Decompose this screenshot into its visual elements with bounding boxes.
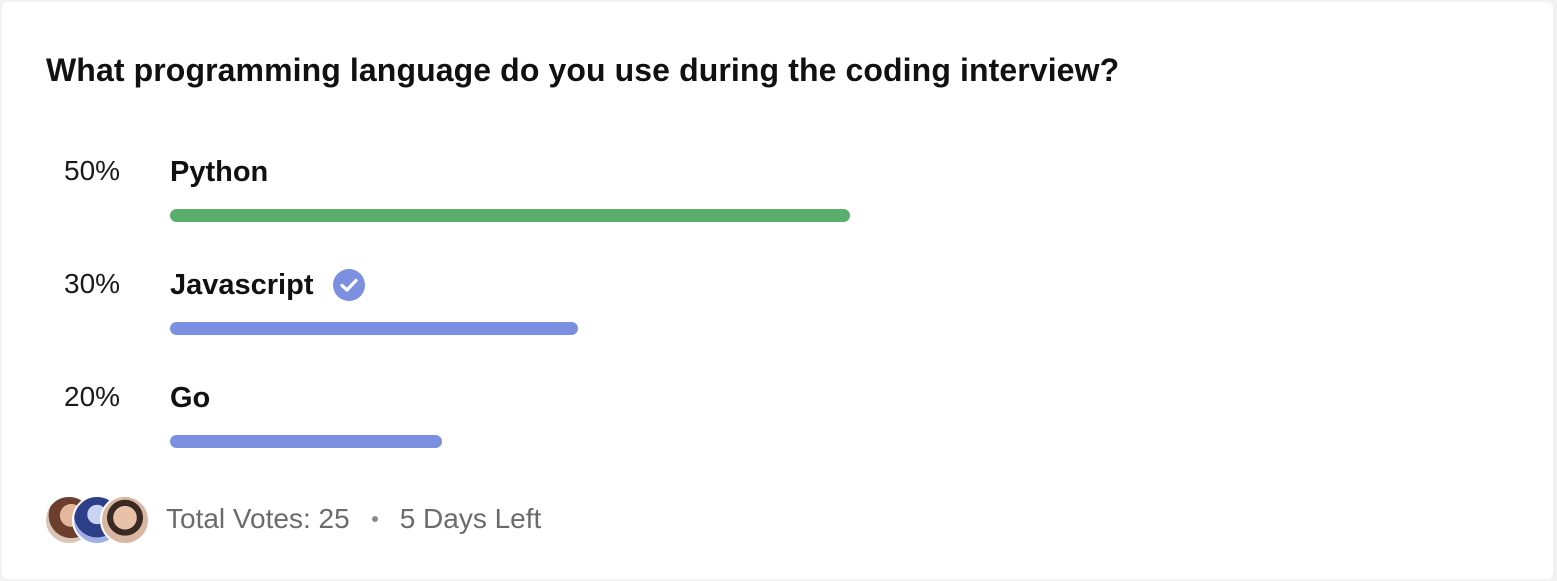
option-percent: 50% <box>64 155 121 186</box>
option-label: Javascript <box>170 268 314 301</box>
option-bar-track <box>170 322 1530 335</box>
option-label: Go <box>170 381 211 414</box>
poll-option-javascript[interactable]: 30% Javascript <box>2 268 1553 358</box>
option-bar-track <box>170 435 1530 448</box>
poll-meta: Total Votes: 25 5 Days Left <box>166 503 541 535</box>
option-label: Python <box>170 155 269 188</box>
total-votes: Total Votes: 25 <box>166 503 350 534</box>
poll-option-go[interactable]: 20% Go <box>2 381 1553 471</box>
poll-footer: Total Votes: 25 5 Days Left <box>44 494 541 545</box>
avatar <box>100 495 150 545</box>
option-bar-fill <box>170 209 850 222</box>
option-bar-track <box>170 209 1530 222</box>
poll-option-python[interactable]: 50% Python <box>2 155 1553 245</box>
option-percent: 30% <box>64 268 121 299</box>
option-percent: 20% <box>64 381 121 412</box>
option-bar-fill <box>170 435 442 448</box>
option-bar-fill <box>170 322 578 335</box>
time-left: 5 Days Left <box>399 503 542 534</box>
voter-avatars[interactable] <box>44 494 150 545</box>
poll-question: What programming language do you use dur… <box>46 52 1120 88</box>
poll-card: What programming language do you use dur… <box>2 2 1553 579</box>
separator-dot <box>371 516 378 522</box>
check-circle-icon <box>332 268 366 302</box>
